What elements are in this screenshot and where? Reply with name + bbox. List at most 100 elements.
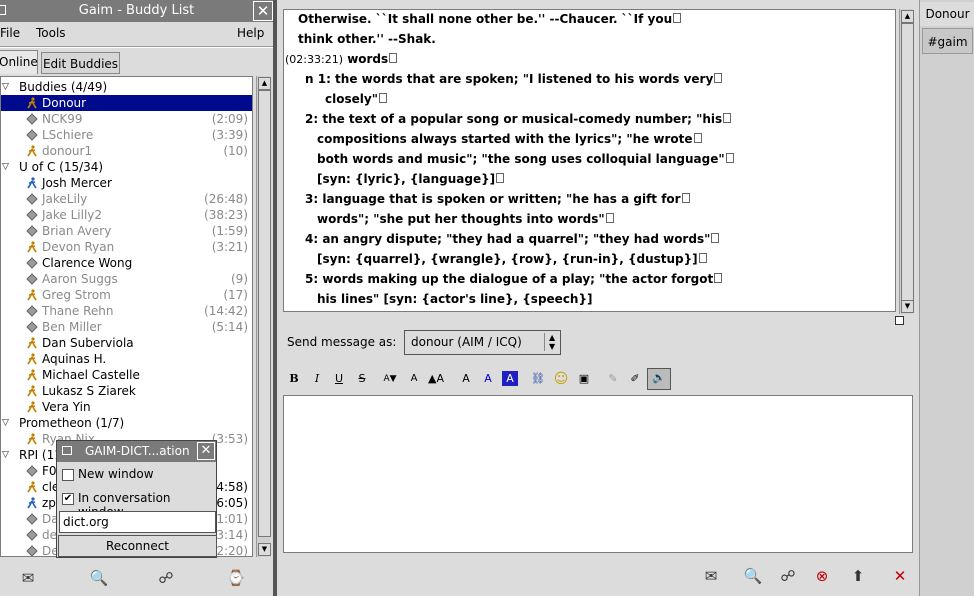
menu-help[interactable]: Help xyxy=(237,26,264,40)
block-icon[interactable]: ☍ xyxy=(776,564,800,588)
message-entry[interactable] xyxy=(283,395,913,553)
log-scrollbar[interactable]: ▲ ▼ xyxy=(899,9,914,314)
add-buddy-icon[interactable]: ⬆ xyxy=(846,564,870,588)
scroll-up-arrow-icon[interactable]: ▲ xyxy=(901,10,914,23)
reconnect-button[interactable]: Reconnect xyxy=(58,535,217,557)
new-window-checkbox[interactable] xyxy=(62,469,74,481)
buddy-row[interactable]: Jake Lilly2 (38:23) xyxy=(1,207,252,223)
underline-button[interactable]: U xyxy=(330,370,348,388)
buddy-row[interactable]: Lukasz S Ziarek xyxy=(1,383,252,399)
menu-file[interactable]: File xyxy=(0,26,20,40)
close-icon[interactable]: ✕ xyxy=(197,442,215,460)
join-chat-icon[interactable]: ☍ xyxy=(155,567,177,589)
idle-time: (5:14) xyxy=(211,320,248,334)
running-man-icon xyxy=(26,353,38,365)
font-face-icon[interactable]: A xyxy=(457,370,475,388)
normal-text-icon[interactable]: A xyxy=(405,370,423,388)
unknown-glyph-box xyxy=(723,113,732,123)
warn-icon[interactable]: ✐ xyxy=(626,370,644,388)
log-text: Otherwise. ``It shall none other be.'' -… xyxy=(298,12,673,26)
close-icon[interactable]: ✕ xyxy=(253,1,273,21)
idle-time: (3:14) xyxy=(211,528,248,542)
buddy-row[interactable]: Aquinas H. xyxy=(1,351,252,367)
dict-plugin-title: GAIM-DICT...ation xyxy=(85,444,190,458)
log-icon[interactable]: ✎ xyxy=(604,370,622,388)
text-color-icon[interactable]: A xyxy=(479,370,497,388)
buddy-row[interactable]: JakeLily (26:48) xyxy=(1,191,252,207)
bold-button[interactable]: B xyxy=(285,370,303,388)
expander-arrow-icon[interactable]: ▽ xyxy=(2,415,12,431)
buddy-list-titlebar[interactable]: Gaim - Buddy List ✕ xyxy=(0,0,273,22)
idle-time: (2:20) xyxy=(211,544,248,557)
buddy-row[interactable]: Greg Strom (17) xyxy=(1,287,252,303)
buddy-row[interactable]: Aaron Suggs (9) xyxy=(1,271,252,287)
unknown-glyph-box xyxy=(605,213,614,223)
buddy-row[interactable]: donour1 (10) xyxy=(1,143,252,159)
buddy-row[interactable]: LSchiere (3:39) xyxy=(1,127,252,143)
tab-donour[interactable]: Donour xyxy=(920,2,974,26)
buddy-name: Aaron Suggs xyxy=(42,272,118,286)
buddy-name: Michael Castelle xyxy=(42,368,140,382)
remove-icon[interactable]: ⊗ xyxy=(810,564,834,588)
get-info-icon[interactable]: 🔍 xyxy=(88,567,110,589)
buddy-row[interactable]: Michael Castelle xyxy=(1,367,252,383)
scroll-thumb[interactable] xyxy=(258,90,271,537)
background-color-icon[interactable]: A xyxy=(502,371,518,386)
insert-image-icon[interactable]: ▣ xyxy=(575,370,593,388)
buddy-group[interactable]: ▽ Buddies (4/49) xyxy=(1,79,252,95)
log-line: compositions always started with the lyr… xyxy=(317,132,702,146)
scroll-down-arrow-icon[interactable]: ▼ xyxy=(901,300,914,313)
buddy-row[interactable]: Dan Suberviola xyxy=(1,335,252,351)
send-im-icon[interactable]: ✉ xyxy=(17,567,39,589)
conversation-log[interactable]: Otherwise. ``It shall none other be.'' -… xyxy=(283,9,896,312)
log-line: Otherwise. ``It shall none other be.'' -… xyxy=(298,12,682,26)
send-as-select[interactable]: donour (AIM / ICQ) ▲ ▼ xyxy=(404,330,561,355)
insert-link-icon[interactable]: ⛓ xyxy=(529,370,547,388)
away-icon[interactable]: ⌚ xyxy=(225,567,247,589)
pane-resize-handle[interactable] xyxy=(895,316,904,325)
buddy-row[interactable]: Donour xyxy=(1,95,252,111)
italic-button[interactable]: I xyxy=(308,370,326,388)
send-icon[interactable]: ✉ xyxy=(699,564,723,588)
scroll-up-arrow-icon[interactable]: ▲ xyxy=(258,77,271,90)
buddy-row[interactable]: NCK99 (2:09) xyxy=(1,111,252,127)
buddy-row[interactable]: Ben Miller (5:14) xyxy=(1,319,252,335)
strikethrough-button[interactable]: S xyxy=(353,370,371,388)
idle-time: (3:39) xyxy=(211,128,248,142)
window-menu-icon[interactable] xyxy=(62,446,72,455)
buddy-row[interactable]: Clarence Wong xyxy=(1,255,252,271)
expander-arrow-icon[interactable]: ▽ xyxy=(2,159,12,175)
running-man-icon xyxy=(26,433,38,445)
dict-server-input[interactable] xyxy=(59,511,216,533)
small-text-icon[interactable]: A▼ xyxy=(381,370,399,388)
expander-arrow-icon[interactable]: ▽ xyxy=(2,447,12,463)
buddy-row[interactable]: Brian Avery (1:59) xyxy=(1,223,252,239)
tab-edit-buddies[interactable]: Edit Buddies xyxy=(41,52,120,74)
buddy-name: LSchiere xyxy=(42,128,94,142)
smiley-icon[interactable]: ☺ xyxy=(552,370,570,388)
buddy-row[interactable]: Devon Ryan (3:21) xyxy=(1,239,252,255)
large-text-icon[interactable]: ▲A xyxy=(427,370,445,388)
buddy-row[interactable]: Josh Mercer xyxy=(1,175,252,191)
expander-arrow-icon[interactable]: ▽ xyxy=(2,79,12,95)
buddy-group[interactable]: ▽ U of C (15/34) xyxy=(1,159,252,175)
tab-online[interactable]: Online xyxy=(0,50,38,74)
buddy-name: NCK99 xyxy=(42,112,83,126)
buddy-row[interactable]: Thane Rehn (14:42) xyxy=(1,303,252,319)
buddy-tree-scrollbar[interactable]: ▲ ▼ xyxy=(256,76,271,557)
sound-icon[interactable]: 🔊 xyxy=(647,368,671,390)
in-conversation-checkbox[interactable]: ✔ xyxy=(62,493,74,505)
log-text: [syn: {quarrel}, {wrangle}, {row}, {run-… xyxy=(317,252,698,266)
scroll-thumb[interactable] xyxy=(901,23,914,301)
buddy-name: donour1 xyxy=(42,144,93,158)
scroll-down-arrow-icon[interactable]: ▼ xyxy=(258,543,271,556)
menu-tools[interactable]: Tools xyxy=(36,26,66,40)
window-menu-icon[interactable] xyxy=(0,5,6,15)
buddy-row[interactable]: Vera Yin xyxy=(1,399,252,415)
dict-plugin-titlebar[interactable]: GAIM-DICT...ation ✕ xyxy=(57,441,216,462)
group-label: Buddies (4/49) xyxy=(19,80,108,94)
buddy-group[interactable]: ▽ Prometheon (1/7) xyxy=(1,415,252,431)
info-icon[interactable]: 🔍 xyxy=(741,564,765,588)
close-conversation-icon[interactable]: ✕ xyxy=(888,564,912,588)
tab-gaim[interactable]: #gaim xyxy=(922,28,973,54)
